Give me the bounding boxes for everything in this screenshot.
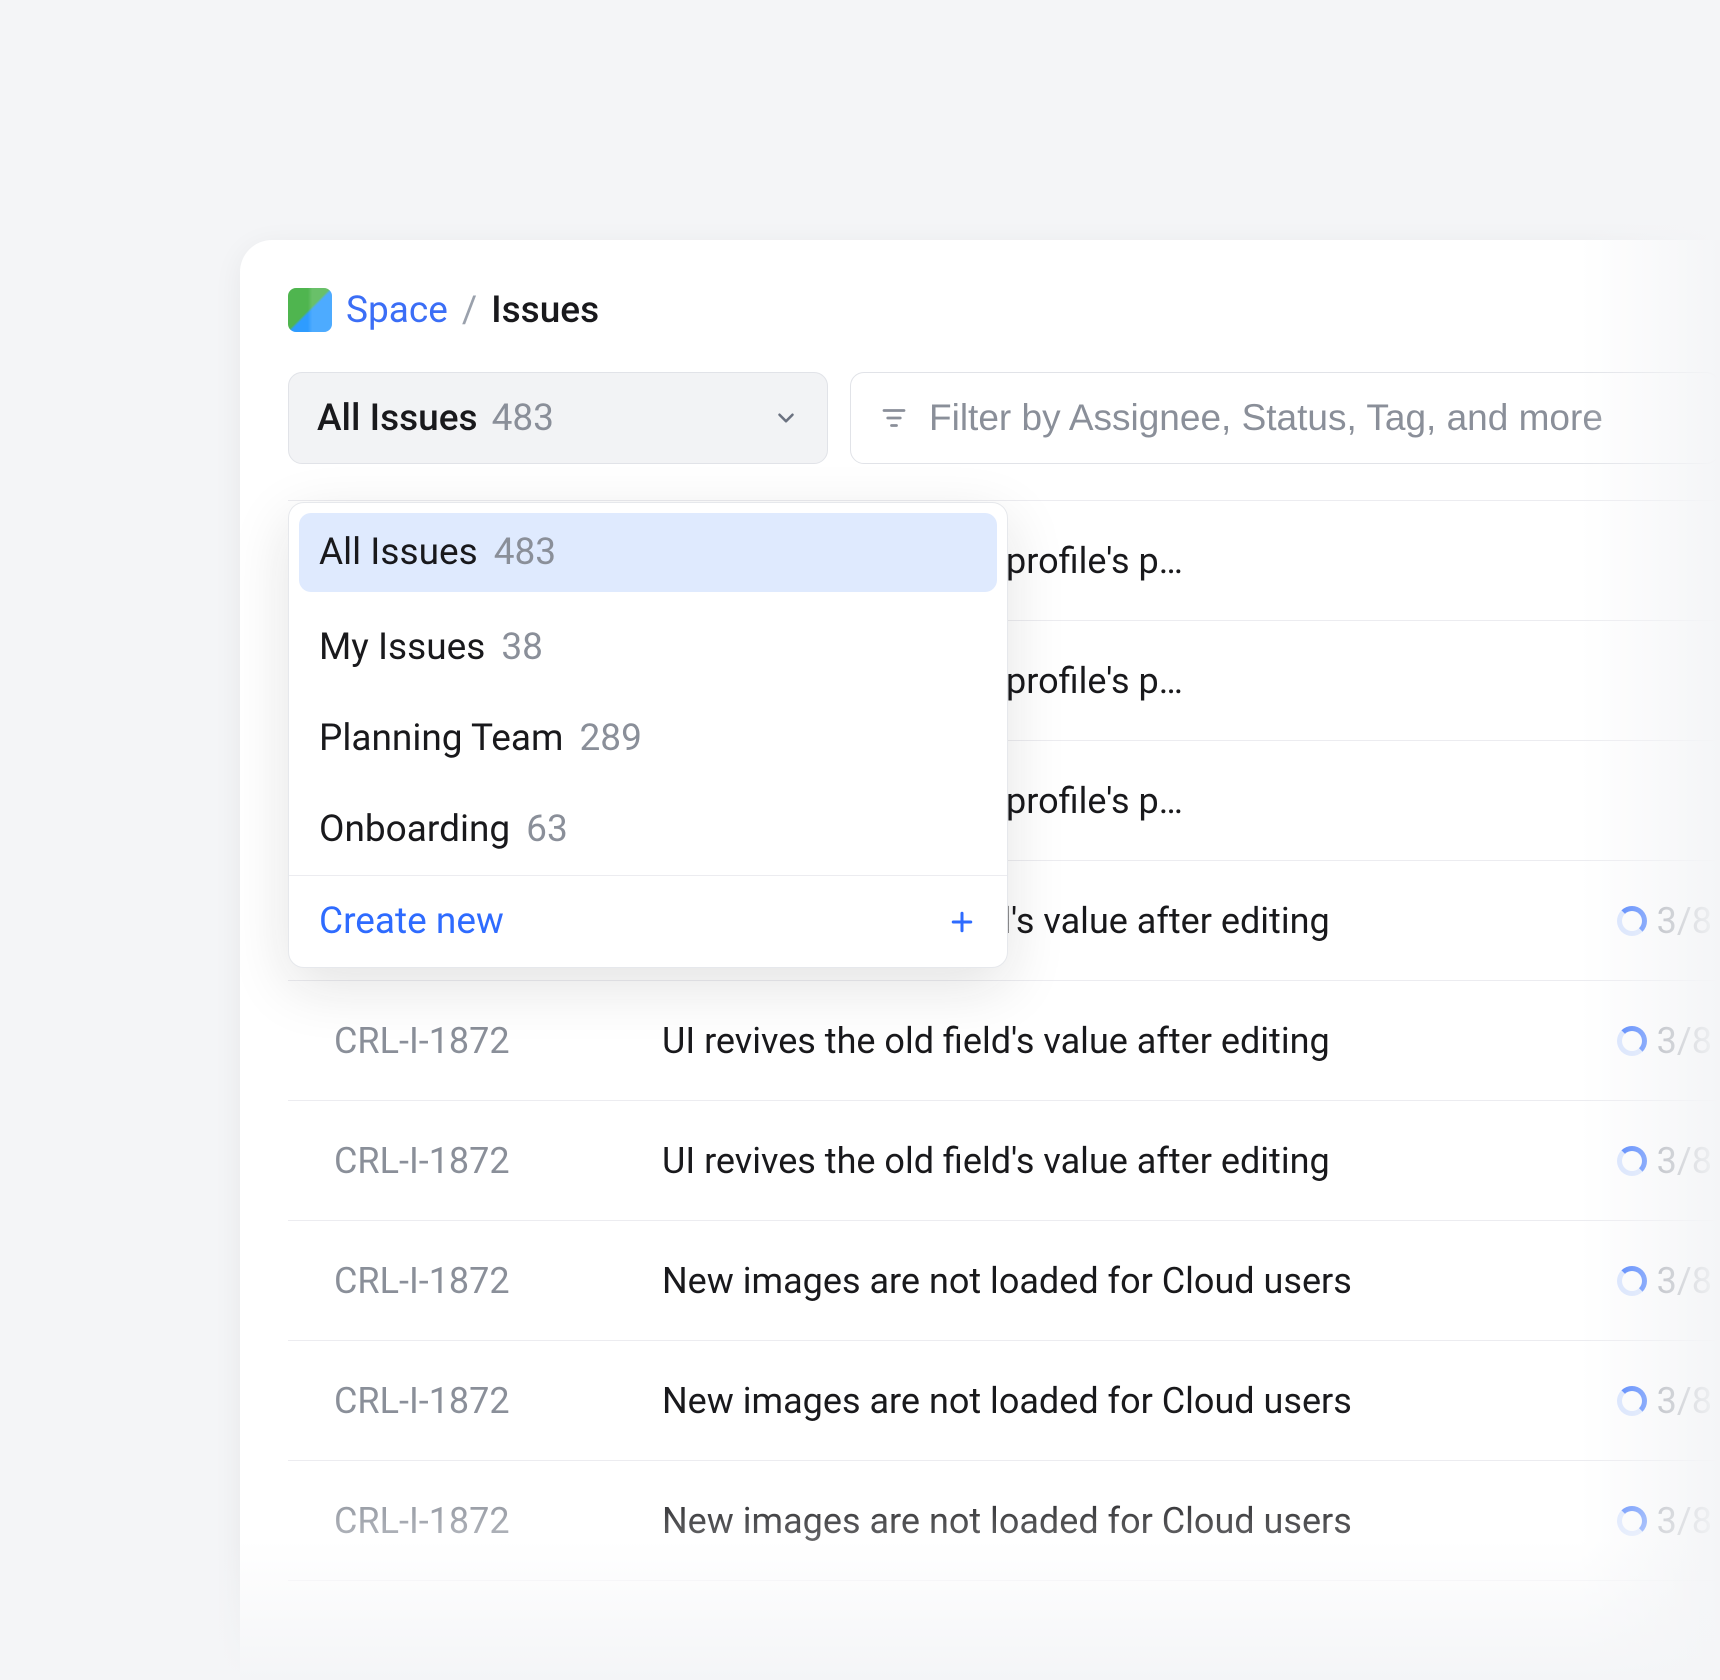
scope-option-count: 289 bbox=[579, 717, 641, 760]
progress-text: 3/8 bbox=[1657, 1140, 1712, 1182]
progress-spinner-icon bbox=[1617, 906, 1647, 936]
progress-text: 3/8 bbox=[1657, 1020, 1712, 1062]
issue-title: New images are not loaded for Cloud user… bbox=[662, 1260, 1569, 1302]
scope-count: 483 bbox=[492, 397, 554, 440]
scope-option-name: All Issues bbox=[319, 531, 478, 574]
progress-text: 3/8 bbox=[1657, 1500, 1712, 1542]
chevron-down-icon bbox=[773, 405, 799, 431]
breadcrumb-root-link[interactable]: Space bbox=[346, 289, 448, 332]
progress-text: 3/8 bbox=[1657, 1260, 1712, 1302]
progress-spinner-icon bbox=[1617, 1146, 1647, 1176]
scope-option-name: Onboarding bbox=[319, 808, 510, 851]
issue-id: CRL-I-1872 bbox=[334, 1500, 614, 1542]
issue-row[interactable]: CRL-I-1872 New images are not loaded for … bbox=[288, 1341, 1720, 1461]
breadcrumb: Space / Issues bbox=[288, 288, 1720, 332]
issue-id: CRL-I-1872 bbox=[334, 1140, 614, 1182]
scope-label: All Issues bbox=[317, 397, 478, 440]
progress-text: 3/8 bbox=[1657, 1380, 1712, 1422]
create-new-scope[interactable]: Create new bbox=[289, 876, 1007, 967]
breadcrumb-separator: / bbox=[462, 289, 477, 332]
scope-option-count: 483 bbox=[494, 531, 556, 574]
breadcrumb-current: Issues bbox=[491, 289, 599, 332]
issue-scope-selector[interactable]: All Issues 483 bbox=[288, 372, 828, 464]
issue-row[interactable]: CRL-I-1872 UI revives the old field's val… bbox=[288, 981, 1720, 1101]
scope-option[interactable]: All Issues 483 bbox=[299, 513, 997, 592]
filter-bar[interactable] bbox=[850, 372, 1720, 464]
issues-panel: Space / Issues All Issues 483 CRL-I-1872… bbox=[240, 240, 1720, 1680]
progress-spinner-icon bbox=[1617, 1026, 1647, 1056]
scope-option-name: Planning Team bbox=[319, 717, 563, 760]
scope-option[interactable]: My Issues 38 bbox=[289, 602, 1007, 693]
issue-row[interactable]: CRL-I-1872 UI revives the old field's val… bbox=[288, 1101, 1720, 1221]
issue-id: CRL-I-1872 bbox=[334, 1380, 614, 1422]
app-logo-icon bbox=[288, 288, 332, 332]
issue-row[interactable]: CRL-I-1872 New images are not loaded for … bbox=[288, 1221, 1720, 1341]
issue-title: New images are not loaded for Cloud user… bbox=[662, 1500, 1569, 1542]
issue-title: UI revives the old field's value after e… bbox=[662, 1140, 1569, 1182]
progress-spinner-icon bbox=[1617, 1266, 1647, 1296]
issue-row[interactable]: CRL-I-1872 New images are not loaded for … bbox=[288, 1461, 1720, 1581]
progress-spinner-icon bbox=[1617, 1506, 1647, 1536]
scope-option-name: My Issues bbox=[319, 626, 485, 669]
issue-id: CRL-I-1872 bbox=[334, 1260, 614, 1302]
progress-spinner-icon bbox=[1617, 1386, 1647, 1416]
toolbar: All Issues 483 bbox=[288, 372, 1720, 464]
issue-title: UI revives the old field's value after e… bbox=[662, 1020, 1569, 1062]
issue-id: CRL-I-1872 bbox=[334, 1020, 614, 1062]
filter-input[interactable] bbox=[929, 397, 1691, 439]
issue-progress: 3/8 bbox=[1617, 1500, 1720, 1542]
issue-progress: 3/8 bbox=[1617, 1020, 1720, 1062]
scope-option[interactable]: Onboarding 63 bbox=[289, 784, 1007, 875]
issue-title: New images are not loaded for Cloud user… bbox=[662, 1380, 1569, 1422]
scope-option-count: 38 bbox=[501, 626, 543, 669]
scope-dropdown: All Issues 483 My Issues 38 Planning Team 289… bbox=[288, 502, 1008, 968]
scope-option-count: 63 bbox=[526, 808, 568, 851]
issue-progress: 3/8 bbox=[1617, 1140, 1720, 1182]
issue-progress: 3/8 bbox=[1617, 1380, 1720, 1422]
issue-progress: 3/8 bbox=[1617, 1260, 1720, 1302]
create-new-label: Create new bbox=[319, 900, 504, 943]
plus-icon bbox=[947, 907, 977, 937]
issue-progress: 3/8 bbox=[1617, 900, 1720, 942]
scope-option[interactable]: Planning Team 289 bbox=[289, 693, 1007, 784]
filter-icon bbox=[879, 403, 909, 433]
progress-text: 3/8 bbox=[1657, 900, 1712, 942]
